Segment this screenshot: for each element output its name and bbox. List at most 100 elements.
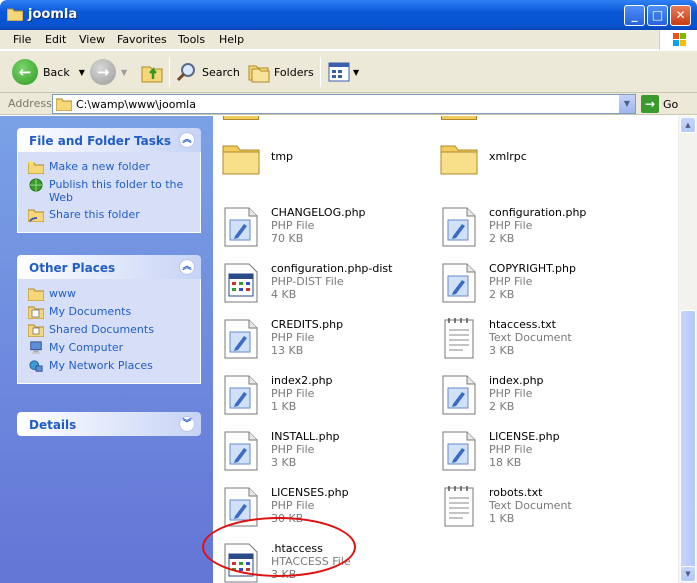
network-icon bbox=[29, 360, 43, 372]
file-type: PHP File bbox=[489, 219, 533, 232]
go-arrow-icon: → bbox=[641, 95, 659, 113]
views-icon bbox=[328, 62, 350, 82]
minimize-button[interactable]: _ bbox=[624, 5, 645, 26]
folder-item[interactable]: xmlrpc bbox=[431, 130, 646, 182]
php-file-icon bbox=[224, 375, 258, 415]
task-publish-folder[interactable]: Publish this folder to the Web bbox=[28, 178, 200, 204]
vertical-scrollbar[interactable]: ▲ ▼ bbox=[678, 116, 697, 583]
file-item[interactable]: configuration.php PHP File 2 KB bbox=[431, 200, 646, 252]
file-item[interactable]: INSTALL.php PHP File 3 KB bbox=[213, 424, 428, 476]
file-name: index2.php bbox=[271, 374, 333, 387]
file-item[interactable]: index.php PHP File 2 KB bbox=[431, 368, 646, 420]
documents-folder-icon bbox=[28, 306, 44, 319]
php-file-icon bbox=[442, 431, 476, 471]
file-item[interactable]: CHANGELOG.php PHP File 70 KB bbox=[213, 200, 428, 252]
task-share-folder[interactable]: Share this folder bbox=[28, 208, 200, 222]
panel-header[interactable]: Details ︾ bbox=[17, 412, 201, 436]
panel-title: Other Places bbox=[29, 261, 116, 275]
address-bar: Address C:\wamp\www\joomla ▼ → Go bbox=[0, 93, 697, 115]
maximize-button[interactable]: □ bbox=[647, 5, 668, 26]
file-item[interactable]: index2.php PHP File 1 KB bbox=[213, 368, 428, 420]
file-size: 3 KB bbox=[271, 456, 297, 469]
collapse-icon[interactable]: ︽ bbox=[179, 259, 195, 275]
file-item[interactable]: robots.txt Text Document 1 KB bbox=[431, 480, 646, 532]
menu-bar: File Edit View Favorites Tools Help bbox=[0, 30, 697, 50]
other-places-panel: Other Places ︽ www My Documents Shared D… bbox=[17, 255, 201, 384]
file-item[interactable]: htaccess.txt Text Document 3 KB bbox=[431, 312, 646, 364]
file-item[interactable]: configuration.php-dist PHP-DIST File 4 KB bbox=[213, 256, 428, 308]
php-file-icon bbox=[442, 375, 476, 415]
place-shared-documents[interactable]: Shared Documents bbox=[28, 323, 200, 337]
folders-button[interactable]: Folders bbox=[248, 56, 314, 88]
file-name: COPYRIGHT.php bbox=[489, 262, 576, 275]
text-file-icon bbox=[444, 486, 474, 527]
scroll-down-button[interactable]: ▼ bbox=[680, 566, 696, 582]
task-make-new-folder[interactable]: Make a new folder bbox=[28, 160, 200, 174]
file-item[interactable]: COPYRIGHT.php PHP File 2 KB bbox=[431, 256, 646, 308]
file-type: PHP File bbox=[271, 443, 315, 456]
text-file-icon bbox=[444, 318, 474, 359]
back-button[interactable]: ← Back ▼ bbox=[12, 56, 85, 88]
menu-view[interactable]: View bbox=[79, 33, 105, 46]
file-item[interactable]: LICENSE.php PHP File 18 KB bbox=[431, 424, 646, 476]
file-size: 2 KB bbox=[489, 288, 515, 301]
php-file-icon bbox=[224, 319, 258, 359]
file-type: PHP File bbox=[489, 387, 533, 400]
chevron-down-icon[interactable]: ▼ bbox=[79, 68, 85, 77]
details-panel: Details ︾ bbox=[17, 412, 201, 436]
toolbar: ← Back ▼ → ▼ Search Folders ▼ bbox=[0, 51, 697, 93]
php-file-icon bbox=[442, 207, 476, 247]
close-button[interactable]: ✕ bbox=[670, 5, 691, 26]
task-pane: File and Folder Tasks ︽ Make a new folde… bbox=[0, 116, 213, 583]
menu-file[interactable]: File bbox=[13, 33, 31, 46]
file-size: 2 KB bbox=[489, 232, 515, 245]
go-button[interactable]: → Go bbox=[641, 94, 678, 114]
file-name: htaccess.txt bbox=[489, 318, 556, 331]
generic-file-icon bbox=[224, 263, 258, 303]
address-label: Address bbox=[8, 97, 52, 110]
file-type: Text Document bbox=[489, 331, 572, 344]
scroll-up-button[interactable]: ▲ bbox=[680, 117, 696, 133]
scrollbar-thumb[interactable] bbox=[680, 310, 696, 580]
panel-header[interactable]: Other Places ︽ bbox=[17, 255, 201, 279]
search-button[interactable]: Search bbox=[176, 56, 240, 88]
file-size: 1 KB bbox=[271, 400, 297, 413]
place-my-computer[interactable]: My Computer bbox=[28, 341, 200, 355]
file-size: 2 KB bbox=[489, 400, 515, 413]
shared-folder-icon bbox=[28, 324, 44, 337]
up-folder-button[interactable] bbox=[140, 56, 164, 88]
expand-icon[interactable]: ︾ bbox=[179, 416, 195, 432]
place-my-documents[interactable]: My Documents bbox=[28, 305, 200, 319]
panel-title: File and Folder Tasks bbox=[29, 134, 172, 148]
forward-button[interactable]: → ▼ bbox=[90, 56, 127, 88]
share-folder-icon bbox=[28, 209, 44, 222]
file-name: xmlrpc bbox=[489, 150, 527, 163]
title-bar[interactable]: joomla _ □ ✕ bbox=[0, 0, 697, 30]
file-size: 13 KB bbox=[271, 344, 304, 357]
chevron-down-icon[interactable]: ▼ bbox=[121, 68, 127, 77]
panel-header[interactable]: File and Folder Tasks ︽ bbox=[17, 128, 201, 152]
menu-edit[interactable]: Edit bbox=[45, 33, 66, 46]
file-list-view[interactable]: tmp xmlrpc CHANGELOG.php PHP File 70 KB confi… bbox=[213, 116, 678, 583]
place-www[interactable]: www bbox=[28, 287, 200, 301]
file-item[interactable]: CREDITS.php PHP File 13 KB bbox=[213, 312, 428, 364]
folder-icon bbox=[222, 145, 260, 175]
file-type: PHP File bbox=[271, 331, 315, 344]
folder-icon bbox=[440, 145, 478, 175]
views-button[interactable]: ▼ bbox=[328, 56, 359, 88]
address-dropdown-button[interactable]: ▼ bbox=[618, 95, 635, 113]
menu-tools[interactable]: Tools bbox=[178, 33, 205, 46]
place-my-network-places[interactable]: My Network Places bbox=[28, 359, 200, 373]
address-value: C:\wamp\www\joomla bbox=[76, 98, 196, 111]
search-icon bbox=[176, 63, 195, 82]
menu-help[interactable]: Help bbox=[219, 33, 244, 46]
address-input[interactable]: C:\wamp\www\joomla ▼ bbox=[52, 94, 636, 114]
file-type: PHP-DIST File bbox=[271, 275, 344, 288]
annotation-circle bbox=[202, 517, 356, 577]
file-name: tmp bbox=[271, 150, 294, 163]
menu-favorites[interactable]: Favorites bbox=[117, 33, 167, 46]
collapse-icon[interactable]: ︽ bbox=[179, 132, 195, 148]
folders-icon bbox=[248, 65, 270, 83]
file-size: 18 KB bbox=[489, 456, 522, 469]
folder-item[interactable]: tmp bbox=[213, 130, 428, 182]
